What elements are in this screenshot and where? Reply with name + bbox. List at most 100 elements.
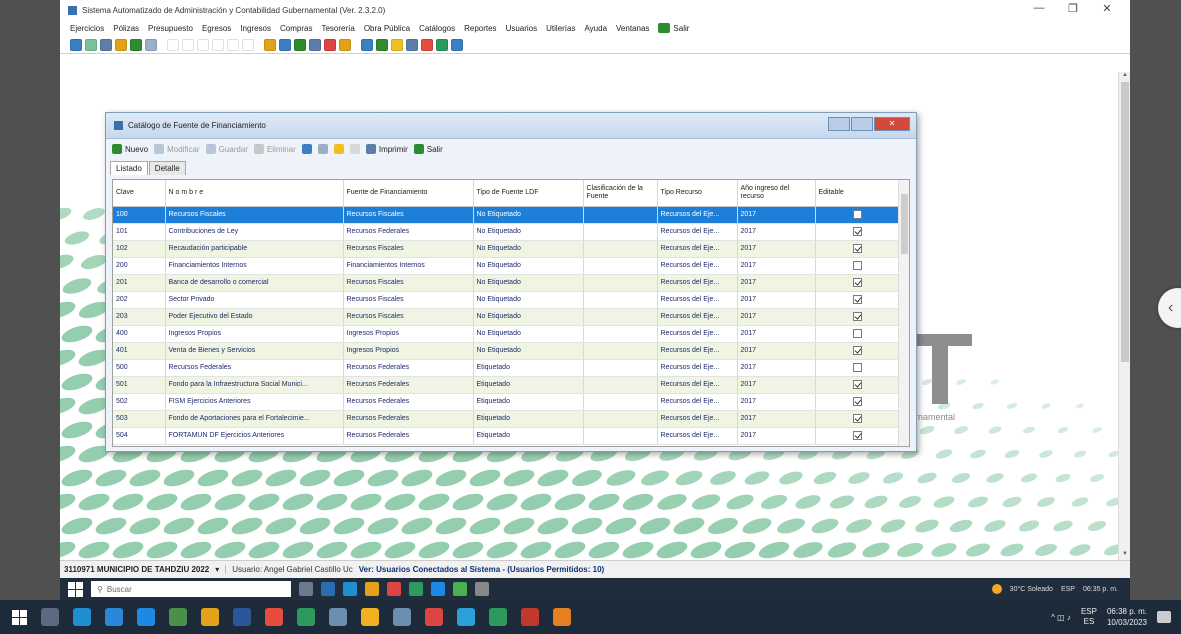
editable-checkbox[interactable] [852,414,862,423]
host-app-icon-2[interactable] [169,608,187,626]
remote-lang[interactable]: ESP [1061,586,1075,593]
modificar-button[interactable]: Modificar [154,144,200,154]
table-row[interactable]: 503 Fondo de Aportaciones para el Fortale… [113,410,900,428]
host-app-icon-8[interactable] [553,608,571,626]
toolbar-button-icon-23[interactable] [436,38,448,51]
app-icon-2[interactable] [409,582,423,596]
host-app-icon-4[interactable] [297,608,315,626]
table-row[interactable]: 401 Venta de Bienes y Servicios Ingresos P… [113,342,900,360]
settings-icon[interactable] [475,582,489,596]
editable-checkbox[interactable] [852,278,862,287]
toolbar-button-icon-10[interactable] [227,38,239,51]
host-ie-icon[interactable] [137,608,155,626]
column-header-5[interactable]: Tipo Recurso [657,180,738,207]
tray-icons[interactable]: ^ ◫ ♪ [1051,613,1071,622]
table-row[interactable]: 202 Sector Privado Recursos Fiscales No Eti… [113,291,900,309]
host-lang[interactable]: ESP ES [1081,607,1097,627]
toolbar-button-icon-5[interactable] [145,38,157,51]
editable-checkbox[interactable] [852,329,862,338]
host-app-icon-1[interactable] [73,608,91,626]
table-row[interactable]: 201 Banca de desarrollo o comercial Recurs… [113,274,900,292]
editable-checkbox[interactable] [852,312,862,321]
menu-item-4[interactable]: Ingresos [240,24,271,33]
imprimir-button[interactable]: Imprimir [365,144,408,154]
folder-icon[interactable] [365,582,379,596]
editable-checkbox[interactable] [852,346,862,355]
task-view-icon[interactable] [299,582,313,596]
toolbar-button-icon-2[interactable] [100,38,112,51]
column-header-1[interactable]: N o m b r e [165,180,344,207]
column-header-7[interactable]: Editable [815,180,900,207]
column-header-6[interactable]: Año ingreso del recurso [737,180,816,207]
toolbar-button-icon-21[interactable] [406,38,418,51]
editable-checkbox[interactable] [852,380,862,389]
menu-item-10[interactable]: Usuarios [506,24,538,33]
toolbar-button-icon-16[interactable] [324,38,336,51]
table-row[interactable]: 400 Ingresos Propios Ingresos Propios No Et… [113,325,900,343]
host-office-icon[interactable] [265,608,283,626]
editable-checkbox[interactable] [852,261,862,270]
host-pdf-icon[interactable] [521,608,539,626]
toolbar-button-icon-4[interactable] [130,38,142,51]
editable-checkbox[interactable] [852,397,862,406]
guardar-button[interactable]: Guardar [205,144,248,154]
dialog-maximize-button[interactable] [851,117,873,131]
column-header-2[interactable]: Fuente de Financiamiento [343,180,474,207]
host-app-icon-6[interactable] [457,608,475,626]
menu-item-3[interactable]: Egresos [202,24,231,33]
status-dropdown-icon[interactable]: ▾ [215,565,219,574]
table-row[interactable]: 500 Recursos Federales Recursos Federales E… [113,359,900,377]
toolbar-button-icon-14[interactable] [294,38,306,51]
toolbar-button-icon-9[interactable] [212,38,224,51]
host-task-view-icon[interactable] [41,608,59,626]
ie-icon[interactable] [431,582,445,596]
edge-icon[interactable] [343,582,357,596]
editable-checkbox[interactable] [852,210,862,219]
editable-checkbox[interactable] [852,363,862,372]
host-app-icon-5[interactable] [329,608,347,626]
dialog-close-button[interactable]: ✕ [874,117,910,131]
toolbar-button-icon-18[interactable] [361,38,373,51]
host-edge-icon[interactable] [105,608,123,626]
chrome-icon[interactable] [387,582,401,596]
remote-clock[interactable]: 06:35 p. m. [1083,586,1118,593]
dialog-minimize-button[interactable] [828,117,850,131]
remote-search-input[interactable]: ⚲ Buscar [91,581,291,597]
toolbar-button-icon-13[interactable] [279,38,291,51]
nuevo-button[interactable]: Nuevo [112,144,148,154]
menu-item-6[interactable]: Tesorería [321,24,354,33]
toolbar-button-icon-19[interactable] [376,38,388,51]
toolbar-button-icon-24[interactable] [451,38,463,51]
host-app-icon-3[interactable] [201,608,219,626]
close-button[interactable]: ✕ [1090,2,1124,15]
table-row[interactable]: 504 FORTAMUN DF Ejercicios Anteriores Recu… [113,427,900,445]
toolbar-button-icon-22[interactable] [421,38,433,51]
refresh-button[interactable] [301,144,312,154]
windows-start-icon[interactable] [68,581,83,597]
host-clock[interactable]: 06:38 p. m. 10/03/2023 [1107,606,1147,628]
table-row[interactable]: 200 Financiamientos Internos Financiamient… [113,257,900,275]
menu-item-11[interactable]: Utilerías [546,24,575,33]
maximize-button[interactable]: ❐ [1056,2,1090,15]
toolbar-button-icon-12[interactable] [264,38,276,51]
minimize-button[interactable]: — [1022,2,1056,15]
grid-scrollbar-thumb[interactable] [901,194,908,254]
column-header-4[interactable]: Clasificación de la Fuente [583,180,658,207]
status-usuarios-conectados[interactable]: Ver: Usuarios Conectados al Sistema - (U… [359,565,604,574]
toolbar-button-icon-7[interactable] [182,38,194,51]
menu-item-2[interactable]: Presupuesto [148,24,193,33]
table-row[interactable]: 502 FISM Ejercicios Anteriores Recursos Fe… [113,393,900,411]
toolbar-button-icon-11[interactable] [242,38,254,51]
toolbar-button-icon-1[interactable] [85,38,97,51]
menu-item-12[interactable]: Ayuda [584,24,607,33]
excel-icon[interactable] [453,582,467,596]
editable-checkbox[interactable] [852,295,862,304]
host-app-icon-7[interactable] [489,608,507,626]
menu-item-9[interactable]: Reportes [464,24,496,33]
toolbar-button-icon-20[interactable] [391,38,403,51]
column-header-3[interactable]: Tipo de Fuente LDF [473,180,584,207]
menu-item-7[interactable]: Obra Pública [364,24,410,33]
toolbar-button-icon-17[interactable] [339,38,351,51]
clear-filter-button[interactable] [349,144,360,154]
tab-listado[interactable]: Listado [110,161,148,175]
